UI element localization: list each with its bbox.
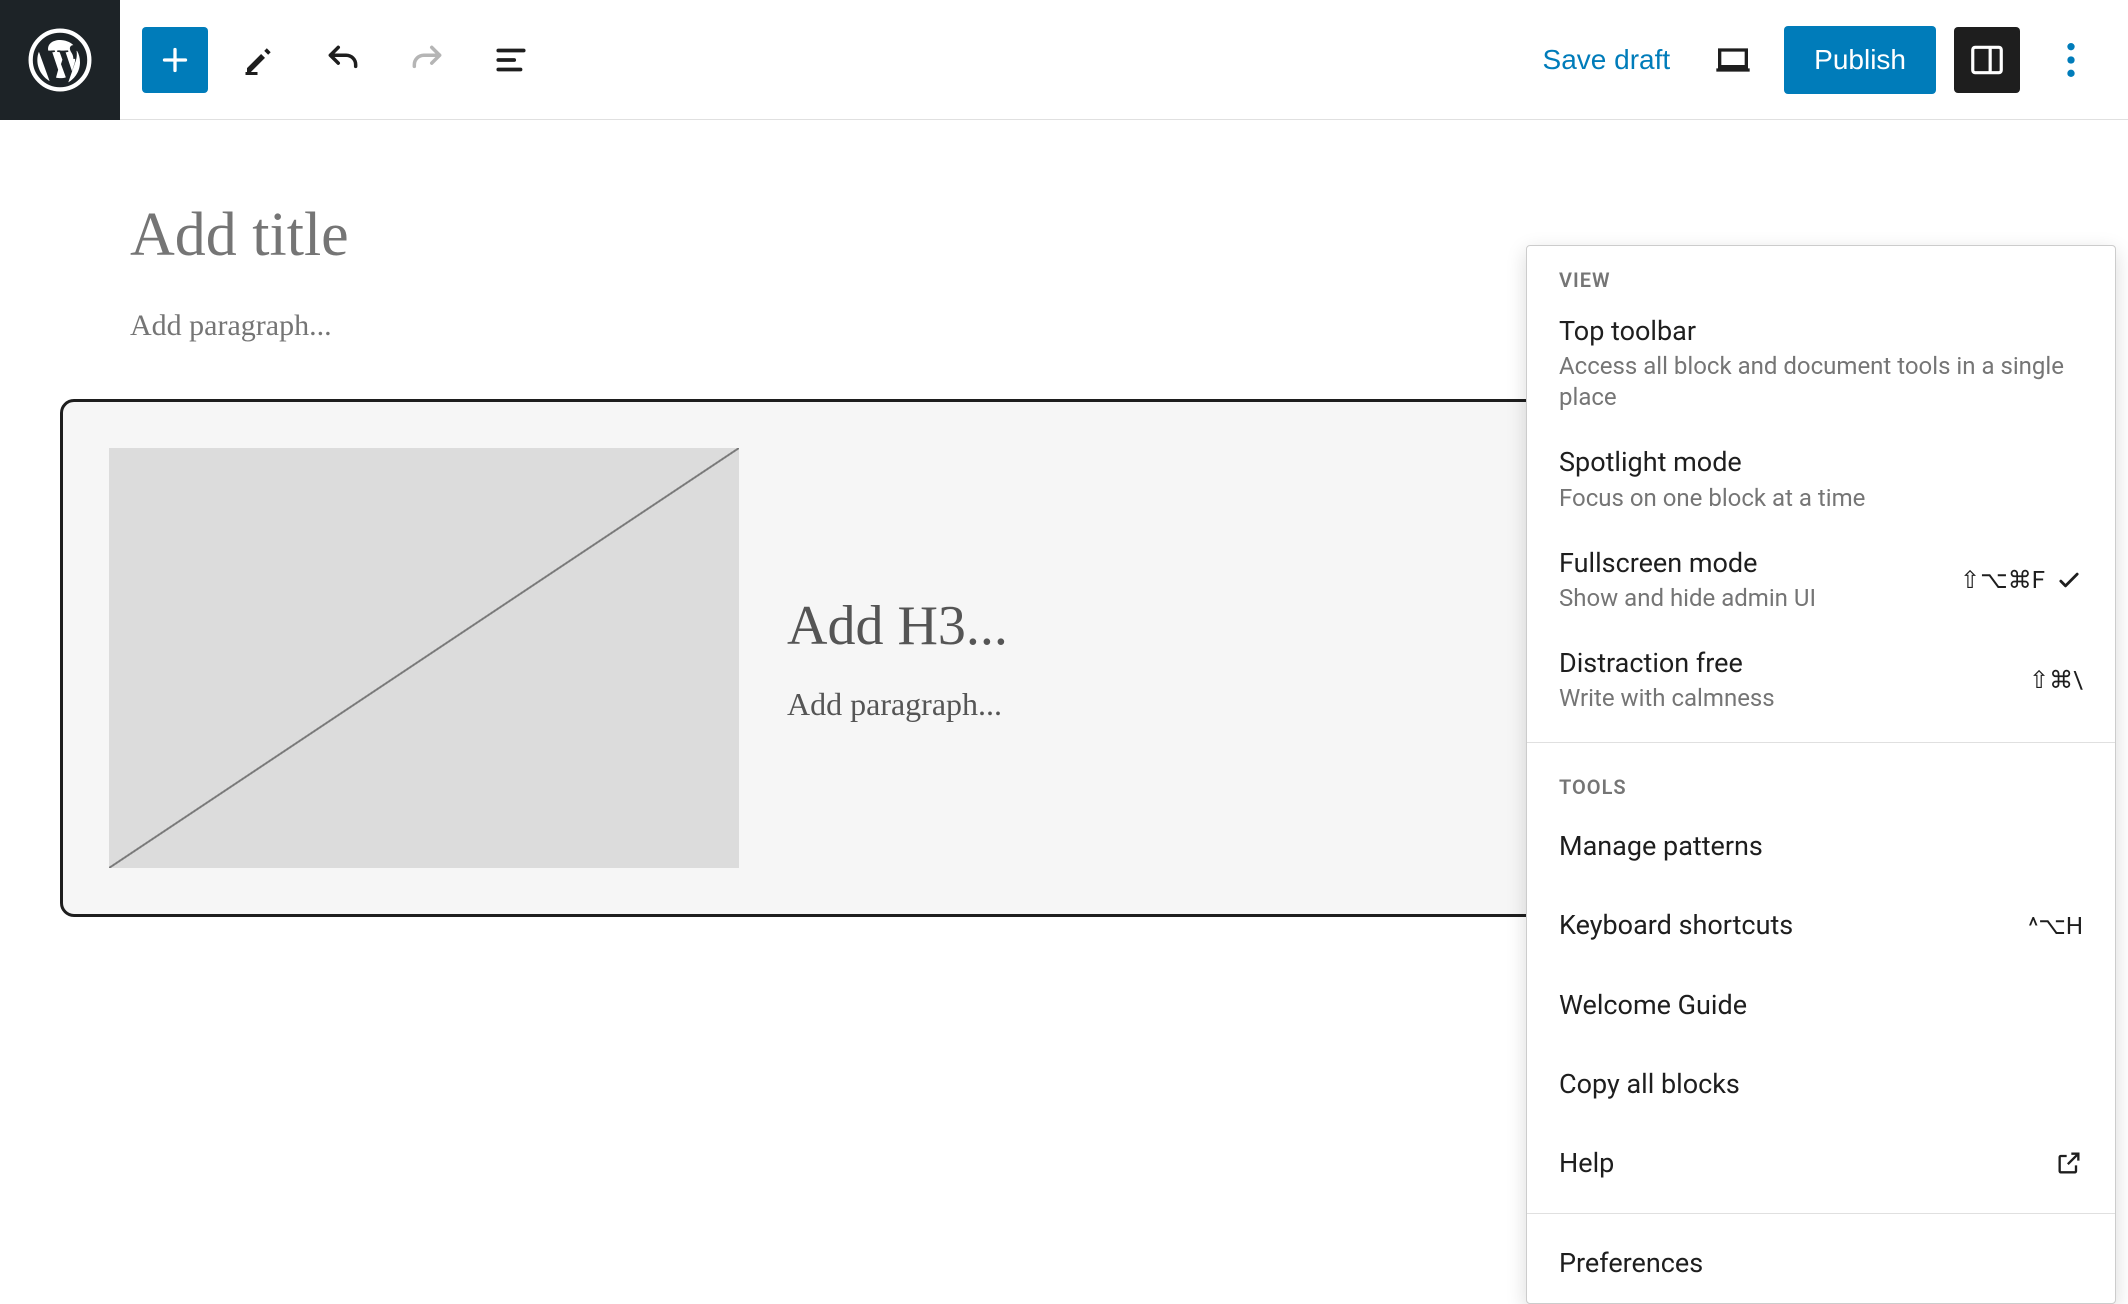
paragraph-block-placeholder[interactable]: Add paragraph... <box>130 309 1550 343</box>
top-toolbar: Save draft Publish <box>0 0 2128 120</box>
menu-item-title: Fullscreen mode <box>1559 546 1950 581</box>
undo-button[interactable] <box>310 27 376 93</box>
menu-item-title: Top toolbar <box>1559 314 2083 349</box>
sidebar-icon <box>1968 41 2006 79</box>
menu-item-desc: Focus on one block at a time <box>1559 483 2083 514</box>
check-icon <box>2055 566 2083 594</box>
menu-item-shortcut: ⇧⌥⌘F <box>1960 566 2045 594</box>
menu-item-manage-patterns[interactable]: Manage patterns <box>1527 807 2115 886</box>
add-block-button[interactable] <box>142 27 208 93</box>
menu-section-tools: TOOLS <box>1527 753 2115 807</box>
edit-tool-button[interactable] <box>226 27 292 93</box>
editor-canvas: Add title Add paragraph... Add H3... Add… <box>0 120 2128 1202</box>
toolbar-right: Save draft Publish <box>1507 26 2128 94</box>
menu-item-copy-all-blocks[interactable]: Copy all blocks <box>1527 1045 2115 1124</box>
content-area: Add title Add paragraph... Add H3... Add… <box>130 200 1550 917</box>
menu-item-title: Distraction free <box>1559 646 2019 681</box>
menu-divider <box>1527 742 2115 743</box>
wordpress-icon <box>28 28 92 92</box>
h3-placeholder[interactable]: Add H3... <box>787 594 1491 658</box>
menu-item-title: Help <box>1559 1146 1614 1181</box>
image-placeholder[interactable] <box>109 448 739 868</box>
undo-icon <box>324 41 362 79</box>
menu-item-shortcut: ⇧⌘\ <box>2029 666 2083 694</box>
menu-item-title: Manage patterns <box>1559 829 1763 864</box>
post-title-input[interactable]: Add title <box>130 200 1550 271</box>
redo-button[interactable] <box>394 27 460 93</box>
menu-item-keyboard-shortcuts[interactable]: Keyboard shortcuts ^⌥H <box>1527 886 2115 965</box>
menu-item-preferences[interactable]: Preferences <box>1527 1224 2115 1303</box>
view-desktop-button[interactable] <box>1700 27 1766 93</box>
menu-section-view: VIEW <box>1527 246 2115 300</box>
menu-item-distraction-free[interactable]: Distraction free Write with calmness ⇧⌘\ <box>1527 632 2115 732</box>
desktop-icon <box>1713 40 1753 80</box>
options-menu-button[interactable] <box>2038 27 2104 93</box>
redo-icon <box>408 41 446 79</box>
app-root: Save draft Publish Add title Add paragra… <box>0 0 2128 1202</box>
block-text-column: Add H3... Add paragraph... <box>787 448 1491 868</box>
menu-item-help[interactable]: Help <box>1527 1124 2115 1203</box>
menu-item-top-toolbar[interactable]: Top toolbar Access all block and documen… <box>1527 300 2115 431</box>
menu-item-desc: Write with calmness <box>1559 683 2019 714</box>
kebab-icon <box>2066 40 2076 80</box>
publish-button[interactable]: Publish <box>1784 26 1936 94</box>
settings-sidebar-toggle[interactable] <box>1954 27 2020 93</box>
pencil-icon <box>241 42 277 78</box>
menu-item-desc: Access all block and document tools in a… <box>1559 351 2083 413</box>
menu-item-title: Welcome Guide <box>1559 988 1747 1023</box>
wordpress-logo-button[interactable] <box>0 0 120 120</box>
menu-item-title: Spotlight mode <box>1559 445 2083 480</box>
toolbar-left <box>120 27 566 93</box>
plus-icon <box>157 42 193 78</box>
menu-item-spotlight-mode[interactable]: Spotlight mode Focus on one block at a t… <box>1527 431 2115 531</box>
save-draft-button[interactable]: Save draft <box>1531 34 1683 86</box>
document-overview-button[interactable] <box>478 27 544 93</box>
menu-divider <box>1527 1213 2115 1214</box>
external-link-icon <box>2055 1149 2083 1177</box>
media-text-block[interactable]: Add H3... Add paragraph... <box>60 399 1540 917</box>
options-menu: VIEW Top toolbar Access all block and do… <box>1526 245 2116 1304</box>
menu-item-title: Keyboard shortcuts <box>1559 908 1793 943</box>
menu-item-shortcut: ^⌥H <box>2028 912 2083 940</box>
menu-item-desc: Show and hide admin UI <box>1559 583 1950 614</box>
menu-item-fullscreen-mode[interactable]: Fullscreen mode Show and hide admin UI ⇧… <box>1527 532 2115 632</box>
menu-item-title: Preferences <box>1559 1246 1703 1281</box>
list-icon <box>492 41 530 79</box>
block-paragraph-placeholder[interactable]: Add paragraph... <box>787 686 1491 723</box>
menu-item-welcome-guide[interactable]: Welcome Guide <box>1527 966 2115 1045</box>
menu-item-title: Copy all blocks <box>1559 1067 1740 1102</box>
